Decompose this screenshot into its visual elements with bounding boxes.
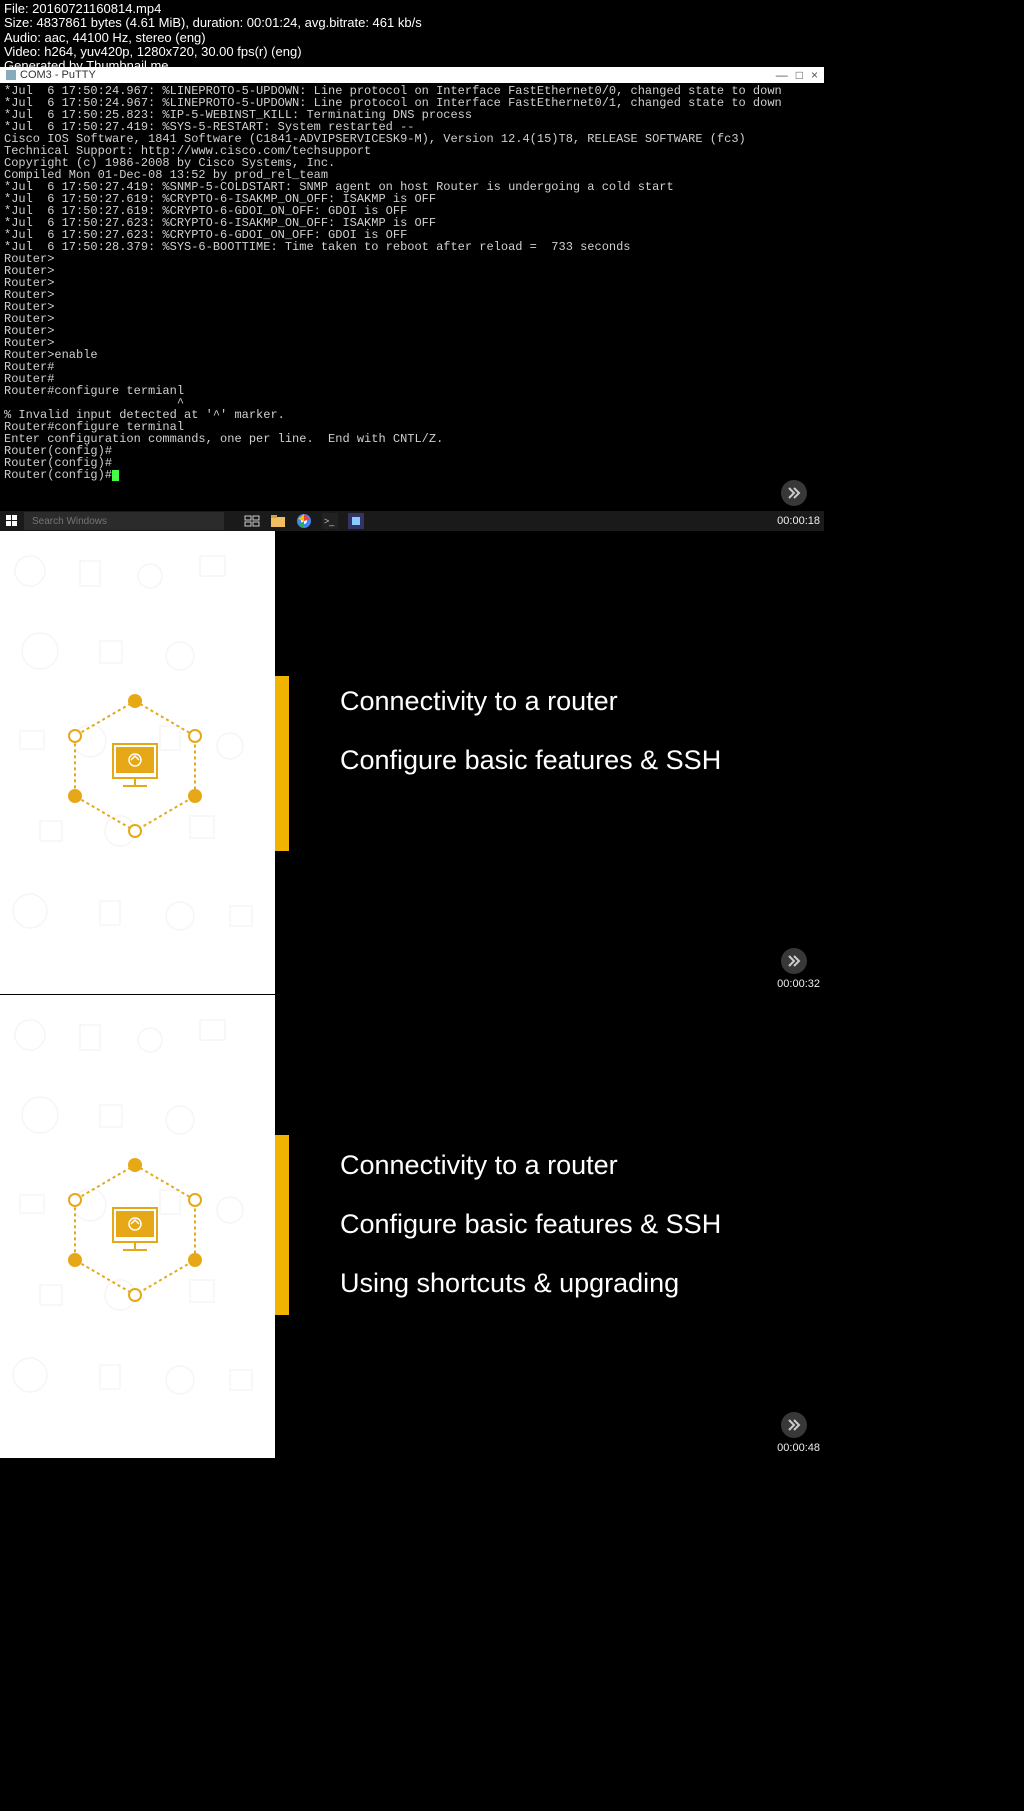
terminal-line: Router> (4, 337, 820, 349)
meta-audio: Audio: aac, 44100 Hz, stereo (eng) (4, 31, 1020, 45)
network-hex-icon (55, 1150, 215, 1310)
terminal-line: Router>enable (4, 349, 820, 361)
terminal-line: Router> (4, 301, 820, 313)
meta-size: Size: 4837861 bytes (4.61 MiB), duration… (4, 16, 1020, 30)
play-icon (787, 1418, 801, 1432)
terminal-line: Router> (4, 313, 820, 325)
terminal-line: Router> (4, 289, 820, 301)
terminal-line: Router(config)# (4, 457, 820, 469)
search-input[interactable] (24, 512, 224, 530)
file-explorer-icon[interactable] (270, 513, 286, 529)
putty-icon (6, 70, 16, 80)
slide2-line1: Connectivity to a router (340, 686, 721, 717)
slide-text: Connectivity to a router Configure basic… (340, 686, 721, 804)
slide3-line1: Connectivity to a router (340, 1150, 721, 1181)
slide-left-panel (0, 531, 275, 994)
slide3-line3: Using shortcuts & upgrading (340, 1268, 721, 1299)
close-button[interactable]: × (811, 68, 818, 82)
play-button[interactable] (781, 480, 807, 506)
thumbnail-2: Connectivity to a router Configure basic… (0, 531, 824, 994)
putty-title: COM3 - PuTTY (20, 69, 96, 81)
task-view-icon[interactable] (244, 513, 260, 529)
slide-text: Connectivity to a router Configure basic… (340, 1150, 721, 1327)
timestamp-3: 00:00:48 (777, 1442, 820, 1454)
terminal-line: Router> (4, 253, 820, 265)
terminal-line: Router# (4, 361, 820, 373)
meta-file: File: 20160721160814.mp4 (4, 2, 1020, 16)
play-button[interactable] (781, 948, 807, 974)
slide3-line2: Configure basic features & SSH (340, 1209, 721, 1240)
terminal-line: Enter configuration commands, one per li… (4, 433, 820, 445)
start-button[interactable] (0, 511, 24, 531)
play-icon (787, 486, 801, 500)
terminal-line: Router(config)# (4, 445, 820, 457)
maximize-button[interactable]: □ (796, 68, 803, 82)
terminal-output[interactable]: *Jul 6 17:50:24.967: %LINEPROTO-5-UPDOWN… (0, 83, 824, 483)
terminal-line: Router> (4, 265, 820, 277)
network-hex-icon (55, 686, 215, 846)
putty-titlebar[interactable]: COM3 - PuTTY — □ × (0, 67, 824, 83)
cmd-icon[interactable]: >_ (322, 513, 338, 529)
svg-text:>_: >_ (324, 516, 335, 526)
window-controls: — □ × (776, 68, 818, 82)
terminal-cursor (112, 470, 119, 481)
putty-window: COM3 - PuTTY — □ × *Jul 6 17:50:24.967: … (0, 67, 824, 483)
slide-left-panel (0, 995, 275, 1458)
slide2-line2: Configure basic features & SSH (340, 745, 721, 776)
thumbnail-3: Connectivity to a router Configure basic… (0, 995, 824, 1458)
play-button[interactable] (781, 1412, 807, 1438)
windows-taskbar: >_ (0, 511, 824, 531)
terminal-line: *Jul 6 17:50:28.379: %SYS-6-BOOTTIME: Ti… (4, 241, 820, 253)
timestamp-1: 00:00:18 (777, 515, 820, 527)
terminal-line: Router> (4, 325, 820, 337)
terminal-line: Router(config)# (4, 469, 820, 481)
putty-taskbar-icon[interactable] (348, 513, 364, 529)
play-icon (787, 954, 801, 968)
chrome-icon[interactable] (296, 513, 312, 529)
minimize-button[interactable]: — (776, 68, 788, 82)
accent-bar (275, 676, 289, 851)
windows-logo-icon (6, 515, 18, 527)
thumbnail-1: COM3 - PuTTY — □ × *Jul 6 17:50:24.967: … (0, 65, 824, 531)
terminal-line: Router> (4, 277, 820, 289)
accent-bar (275, 1135, 289, 1315)
meta-video: Video: h264, yuv420p, 1280x720, 30.00 fp… (4, 45, 1020, 59)
timestamp-2: 00:00:32 (777, 978, 820, 990)
